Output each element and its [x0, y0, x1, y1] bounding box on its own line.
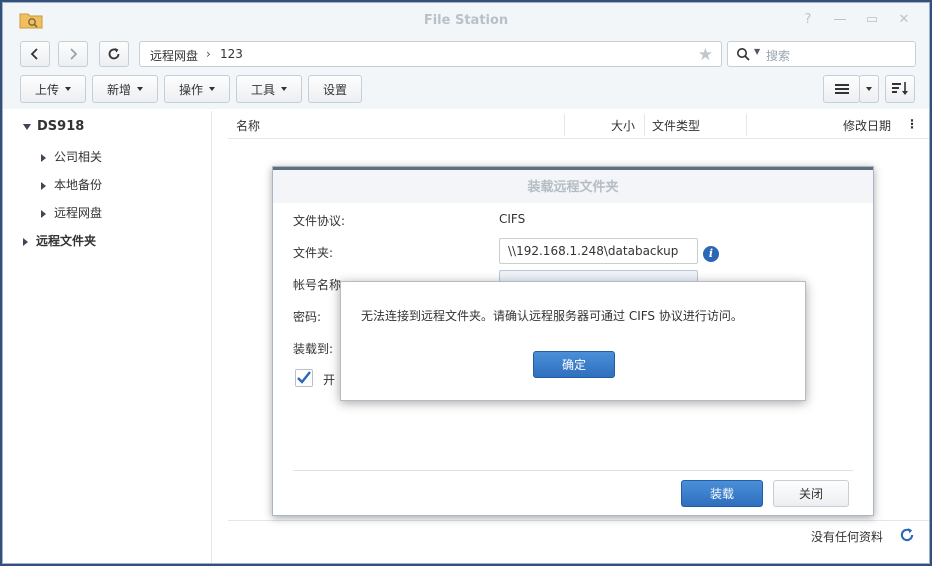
- action-button[interactable]: 操作: [164, 75, 230, 103]
- collapse-triangle-icon[interactable]: [41, 153, 46, 162]
- collapse-triangle-icon[interactable]: [41, 181, 46, 190]
- close-icon[interactable]: ✕: [896, 12, 912, 28]
- title-bar: File Station ? — ▭ ✕: [3, 3, 929, 37]
- back-button[interactable]: [20, 41, 50, 67]
- refresh-icon[interactable]: [899, 527, 915, 543]
- sort-icon: [892, 82, 908, 95]
- mount-button[interactable]: 装载: [681, 480, 763, 507]
- column-size[interactable]: 大小: [611, 117, 635, 134]
- info-icon[interactable]: i: [703, 246, 719, 262]
- maximize-icon[interactable]: ▭: [864, 12, 880, 28]
- refresh-button[interactable]: [99, 41, 129, 67]
- protocol-label: 文件协议:: [293, 214, 346, 228]
- sidebar-remote-folder-label: 远程文件夹: [36, 234, 97, 248]
- chevron-right-icon: [70, 48, 78, 60]
- minimize-icon[interactable]: —: [832, 12, 848, 28]
- search-input[interactable]: 搜索: [766, 47, 790, 64]
- folder-label: 文件夹:: [293, 246, 334, 260]
- column-name[interactable]: 名称: [236, 117, 260, 134]
- tools-label: 工具: [250, 82, 275, 97]
- folder-input[interactable]: \\192.168.1.248\databackup: [499, 238, 698, 264]
- refresh-icon: [108, 48, 120, 60]
- sidebar-item-remote-folder[interactable]: 远程文件夹: [23, 232, 96, 249]
- breadcrumb-item-remote-drive[interactable]: 远程网盘: [150, 47, 198, 64]
- list-icon: [834, 84, 849, 94]
- sidebar-root-label: DS918: [37, 119, 85, 134]
- column-type[interactable]: 文件类型: [652, 117, 700, 134]
- action-toolbar: 上传 新增 操作 工具 设置: [3, 73, 929, 109]
- column-menu-icon[interactable]: ⋮: [906, 117, 918, 131]
- account-label: 帐号名称:: [293, 278, 346, 292]
- upload-button[interactable]: 上传: [20, 75, 86, 103]
- chevron-down-icon: [137, 87, 143, 91]
- alert-message: 无法连接到远程文件夹。请确认远程服务器可通过 CIFS 协议进行访问。: [361, 309, 743, 323]
- dialog-title: 装载远程文件夹: [273, 167, 873, 203]
- check-icon: [297, 371, 311, 384]
- sidebar-item-label: 公司相关: [54, 150, 103, 164]
- star-icon[interactable]: ★: [698, 45, 713, 65]
- column-modified[interactable]: 修改日期: [843, 117, 891, 134]
- expand-triangle-icon[interactable]: [23, 123, 31, 130]
- dialog-divider: [293, 470, 853, 471]
- status-text: 没有任何资料: [810, 530, 883, 544]
- sidebar-item-company[interactable]: 公司相关: [41, 148, 102, 165]
- close-button[interactable]: 关闭: [773, 480, 849, 507]
- forward-button[interactable]: [58, 41, 88, 67]
- path-bar[interactable]: 远程网盘 › 123 ★: [139, 41, 722, 67]
- collapse-triangle-icon[interactable]: [23, 237, 28, 246]
- sidebar-item-ds918[interactable]: DS918: [23, 119, 84, 134]
- chevron-down-icon: [65, 87, 71, 91]
- sidebar-item-label: 远程网盘: [54, 206, 103, 220]
- chevron-left-icon: [30, 48, 38, 60]
- error-alert-dialog: 无法连接到远程文件夹。请确认远程服务器可通过 CIFS 协议进行访问。 确定: [340, 281, 806, 401]
- action-label: 操作: [178, 82, 203, 97]
- list-view-button[interactable]: [823, 75, 860, 103]
- chevron-down-icon: [866, 87, 872, 91]
- status-bar: 没有任何资料: [228, 520, 929, 549]
- navigation-bar: 远程网盘 › 123 ★ ▼ 搜索: [3, 37, 929, 73]
- sort-button[interactable]: [885, 75, 915, 103]
- window-title: File Station: [423, 13, 509, 28]
- new-label: 新增: [106, 82, 131, 97]
- sidebar: DS918 公司相关 本地备份 远程网盘 远程文件夹: [3, 111, 212, 563]
- breadcrumb-separator-icon: ›: [206, 47, 211, 61]
- search-icon[interactable]: [736, 47, 750, 61]
- protocol-value: CIFS: [499, 212, 526, 226]
- breadcrumb-item-current[interactable]: 123: [220, 47, 243, 61]
- settings-label: 设置: [322, 82, 347, 97]
- auto-mount-checkbox[interactable]: [295, 369, 313, 387]
- collapse-triangle-icon[interactable]: [41, 209, 46, 218]
- settings-button[interactable]: 设置: [308, 75, 362, 103]
- sidebar-item-label: 本地备份: [54, 178, 103, 192]
- password-label: 密码:: [293, 310, 322, 324]
- ok-button[interactable]: 确定: [533, 351, 615, 378]
- search-options-chevron-down-icon[interactable]: ▼: [754, 47, 760, 56]
- sidebar-item-remote-drive[interactable]: 远程网盘: [41, 204, 102, 221]
- new-button[interactable]: 新增: [92, 75, 158, 103]
- help-icon[interactable]: ?: [800, 12, 816, 28]
- sidebar-item-local-backup[interactable]: 本地备份: [41, 176, 102, 193]
- search-box[interactable]: ▼ 搜索: [727, 41, 916, 67]
- tools-button[interactable]: 工具: [236, 75, 302, 103]
- column-divider: [644, 114, 645, 136]
- upload-label: 上传: [34, 82, 59, 97]
- chevron-down-icon: [281, 87, 287, 91]
- column-divider: [564, 114, 565, 136]
- mount-to-label: 装载到:: [293, 342, 334, 356]
- chevron-down-icon: [209, 87, 215, 91]
- column-header: 名称 大小 文件类型 修改日期 ⋮: [228, 111, 929, 139]
- auto-mount-label: 开: [323, 373, 336, 387]
- column-divider: [746, 114, 747, 136]
- view-options-button[interactable]: [859, 75, 879, 103]
